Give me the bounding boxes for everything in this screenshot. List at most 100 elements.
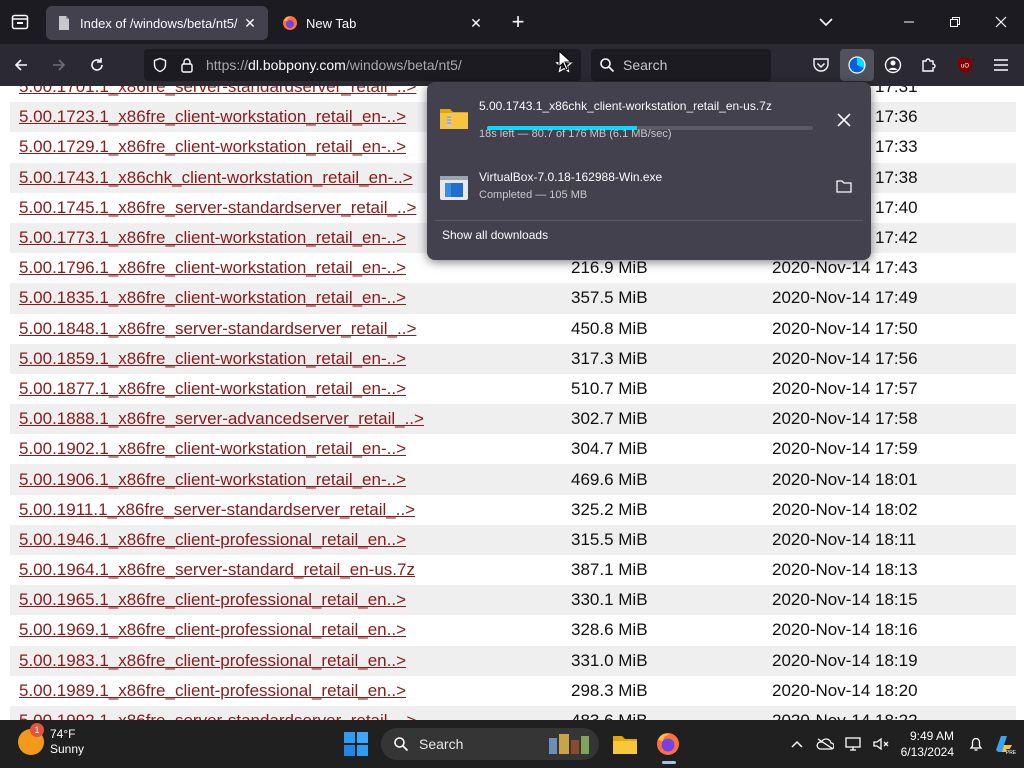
file-date: 2020-Nov-14 17:57 (772, 378, 918, 398)
bell-icon (969, 737, 983, 751)
file-size: 304.7 MiB (571, 439, 648, 459)
table-row: 5.00.1835.1_x86fre_client-workstation_re… (10, 283, 1016, 314)
account-button[interactable] (876, 49, 910, 81)
downloads-button[interactable] (840, 49, 874, 81)
extensions-button[interactable] (912, 49, 946, 81)
restore-icon (950, 17, 960, 27)
file-link[interactable]: 5.00.1911.1_x86fre_server-standardserver… (10, 500, 560, 520)
file-date: 2020-Nov-14 18:15 (772, 590, 918, 610)
display-button[interactable] (839, 730, 867, 758)
file-explorer-button[interactable] (609, 728, 641, 760)
file-date: 2020-Nov-14 17:58 (772, 409, 918, 429)
ublock-origin-button[interactable]: uO (948, 49, 982, 81)
windows-start-icon[interactable] (344, 732, 368, 756)
close-icon (837, 113, 851, 127)
weather-widget[interactable]: 1 74°F Sunny (18, 723, 84, 757)
file-link[interactable]: 5.00.1992.1_x86fre_server-standardserver… (10, 711, 560, 720)
minimize-icon (904, 21, 914, 23)
reload-button[interactable] (80, 49, 114, 81)
lock-icon[interactable] (180, 57, 194, 73)
notifications-button[interactable] (962, 730, 990, 758)
file-link[interactable]: 5.00.1964.1_x86fre_server-standard_retai… (10, 560, 560, 580)
file-link[interactable]: 5.00.1877.1_x86fre_client-workstation_re… (10, 379, 560, 399)
file-link[interactable]: 5.00.1969.1_x86fre_client-professional_r… (10, 620, 560, 640)
table-row: 5.00.1969.1_x86fre_client-professional_r… (10, 615, 1016, 645)
file-link[interactable]: 5.00.1796.1_x86fre_client-workstation_re… (10, 258, 560, 278)
back-button[interactable] (4, 49, 38, 81)
file-date: 2020-Nov-14 17:59 (772, 439, 918, 459)
back-arrow-icon (14, 59, 27, 71)
address-bar[interactable]: https://dl.bobpony.com/windows/beta/nt5/ (144, 49, 581, 81)
system-tray: 9:49 AM 6/13/2024 PRE (783, 720, 1024, 768)
monitor-icon (844, 737, 861, 751)
forward-button[interactable] (42, 49, 76, 81)
screen: Index of /windows/beta/nt5/ ✕ New Tab ✕ … (0, 0, 1024, 768)
taskbar-search[interactable]: Search (381, 728, 599, 760)
firefox-taskbar-button[interactable] (652, 728, 684, 764)
download-item-active[interactable]: 5.00.1743.1_x86chk_client-workstation_re… (435, 90, 863, 152)
file-date: 2020-Nov-14 18:02 (772, 499, 918, 519)
menu-button[interactable] (984, 49, 1018, 81)
url-host: dl.bobpony.com (248, 57, 346, 73)
file-link[interactable]: 5.00.1848.1_x86fre_server-standardserver… (10, 319, 560, 339)
table-row: 5.00.1989.1_x86fre_client-professional_r… (10, 676, 1016, 706)
close-window-button[interactable] (978, 0, 1024, 44)
file-size: 450.8 MiB (571, 318, 648, 338)
file-date: 2020-Nov-14 17:49 (772, 288, 918, 308)
show-in-folder-button[interactable] (829, 171, 859, 201)
download-item-completed[interactable]: VirtualBox-7.0.18-162988-Win.exe Complet… (435, 162, 863, 212)
file-size: 387.1 MiB (571, 560, 648, 580)
file-link[interactable]: 5.00.1835.1_x86fre_client-workstation_re… (10, 288, 560, 308)
firefox-view-button[interactable] (0, 0, 40, 44)
pocket-button[interactable] (804, 49, 838, 81)
volume-button[interactable] (867, 730, 895, 758)
file-link[interactable]: 5.00.1888.1_x86fre_server-advancedserver… (10, 409, 560, 429)
table-row: 5.00.1983.1_x86fre_client-professional_r… (10, 645, 1016, 676)
new-tab-button[interactable]: + (502, 6, 534, 38)
close-tab-icon[interactable]: ✕ (242, 15, 258, 31)
cancel-download-button[interactable] (829, 105, 859, 135)
file-link[interactable]: 5.00.1902.1_x86fre_client-workstation_re… (10, 439, 560, 459)
file-link[interactable]: 5.00.1965.1_x86fre_client-professional_r… (10, 590, 560, 610)
tab-title: New Tab (306, 15, 357, 31)
search-highlight-icon (549, 734, 589, 754)
close-tab-icon[interactable]: ✕ (468, 15, 484, 31)
downloads-panel: 5.00.1743.1_x86chk_client-workstation_re… (427, 82, 871, 260)
shield-icon[interactable] (152, 57, 168, 73)
file-link[interactable]: 5.00.1859.1_x86fre_client-workstation_re… (10, 349, 560, 369)
tab-index-of[interactable]: Index of /windows/beta/nt5/ ✕ (46, 6, 268, 40)
minimize-button[interactable] (886, 0, 932, 44)
firefox-icon (283, 16, 297, 30)
cloud-offline-icon (816, 738, 834, 750)
restore-button[interactable] (932, 0, 978, 44)
list-all-tabs-button[interactable] (812, 8, 840, 36)
folder-icon (613, 736, 637, 754)
file-link[interactable]: 5.00.1946.1_x86fre_client-professional_r… (10, 530, 560, 550)
file-date: 2020-Nov-14 18:16 (772, 620, 918, 640)
sun-icon: 1 (18, 723, 44, 755)
table-row: 5.00.1848.1_x86fre_server-standardserver… (10, 314, 1016, 344)
table-row: 5.00.1906.1_x86fre_client-workstation_re… (10, 464, 1016, 495)
tab-new-tab[interactable]: New Tab ✕ (272, 6, 494, 40)
file-size: 216.9 MiB (571, 258, 648, 278)
file-size: 331.0 MiB (571, 650, 648, 670)
onedrive-button[interactable] (811, 730, 839, 758)
chevron-up-icon (791, 740, 803, 748)
file-size: 317.3 MiB (571, 348, 648, 368)
search-bar[interactable]: Search (591, 49, 771, 81)
tab-title: Index of /windows/beta/nt5/ (80, 15, 238, 31)
table-row: 5.00.1965.1_x86fre_client-professional_r… (10, 585, 1016, 616)
file-link[interactable]: 5.00.1989.1_x86fre_client-professional_r… (10, 681, 560, 701)
clock[interactable]: 9:49 AM 6/13/2024 (901, 728, 954, 760)
show-all-downloads-link[interactable]: Show all downloads (442, 228, 548, 242)
file-link[interactable]: 5.00.1906.1_x86fre_client-workstation_re… (10, 470, 560, 490)
reload-icon (91, 58, 103, 71)
ublock-shield-icon: uO (958, 57, 972, 73)
file-size: 357.5 MiB (571, 288, 648, 308)
tab-strip: Index of /windows/beta/nt5/ ✕ New Tab ✕ … (0, 0, 1024, 44)
show-hidden-icons-button[interactable] (783, 730, 811, 758)
file-link[interactable]: 5.00.1983.1_x86fre_client-professional_r… (10, 651, 560, 671)
downloads-progress-icon (848, 56, 866, 74)
file-date: 2020-Nov-14 18:22 (760, 711, 1016, 720)
copilot-button[interactable]: PRE (990, 730, 1018, 758)
